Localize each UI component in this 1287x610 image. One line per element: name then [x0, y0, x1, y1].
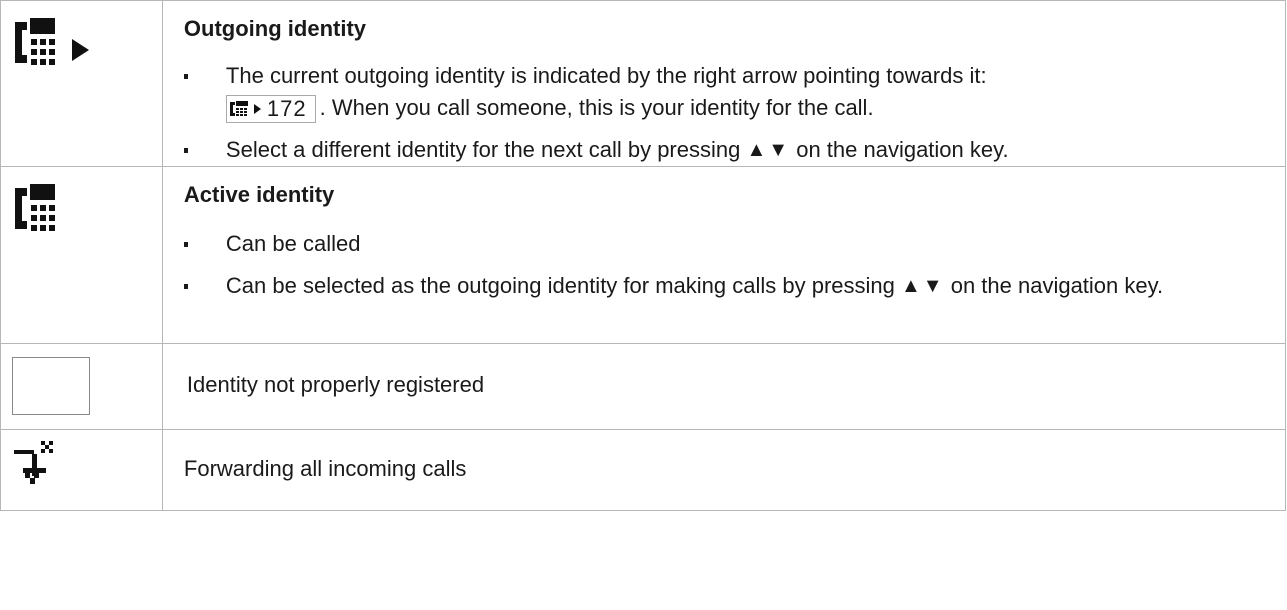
bullet-icon [183, 148, 188, 153]
outgoing-identity-heading: Outgoing identity [183, 16, 367, 41]
outgoing-identity-phone-icon [15, 18, 89, 65]
up-down-arrows-icon: ▲▼ [900, 275, 945, 297]
icon-cell [0, 343, 163, 430]
table-row: Identity not properly registered [0, 343, 1287, 430]
display-number: 172 [266, 96, 307, 122]
bullet-icon [183, 242, 188, 247]
list-item: Select a different identity for the next… [163, 134, 1285, 166]
description-cell: Identity not properly registered [161, 343, 1287, 430]
outgoing-identity-bullets: The current outgoing identity is indicat… [163, 60, 1285, 166]
table-row: Forwarding all incoming calls [0, 429, 1287, 511]
identity-icon-table: Outgoing identity The current outgoing i… [0, 0, 1287, 511]
list-item: Can be selected as the outgoing identity… [163, 270, 1285, 302]
empty-box-icon [12, 357, 90, 415]
table-row: Outgoing identity The current outgoing i… [0, 0, 1287, 167]
description-cell: Outgoing identity The current outgoing i… [161, 0, 1287, 167]
active-identity-bullets: Can be called Can be selected as the out… [163, 228, 1285, 302]
not-registered-text: Identity not properly registered [186, 372, 485, 397]
icon-cell [0, 0, 163, 167]
bullet-icon [183, 284, 188, 289]
active-identity-phone-icon [15, 184, 55, 231]
table-row: Active identity Can be called Can be sel… [0, 166, 1287, 344]
active-identity-heading: Active identity [183, 182, 335, 207]
description-cell: Active identity Can be called Can be sel… [161, 166, 1287, 344]
up-down-arrows-icon: ▲▼ [746, 139, 791, 161]
forwarding-text: Forwarding all incoming calls [183, 456, 467, 481]
icon-cell [0, 166, 163, 344]
list-item: Can be called [163, 228, 1285, 260]
phone-display-preview: 172 [225, 95, 316, 124]
description-cell: Forwarding all incoming calls [161, 429, 1287, 511]
bullet-icon [183, 74, 188, 79]
call-forward-icon [14, 441, 53, 484]
right-arrow-icon [253, 104, 261, 115]
icon-cell [0, 429, 163, 511]
list-item: The current outgoing identity is indicat… [163, 60, 1285, 124]
outgoing-identity-phone-icon [229, 101, 248, 117]
